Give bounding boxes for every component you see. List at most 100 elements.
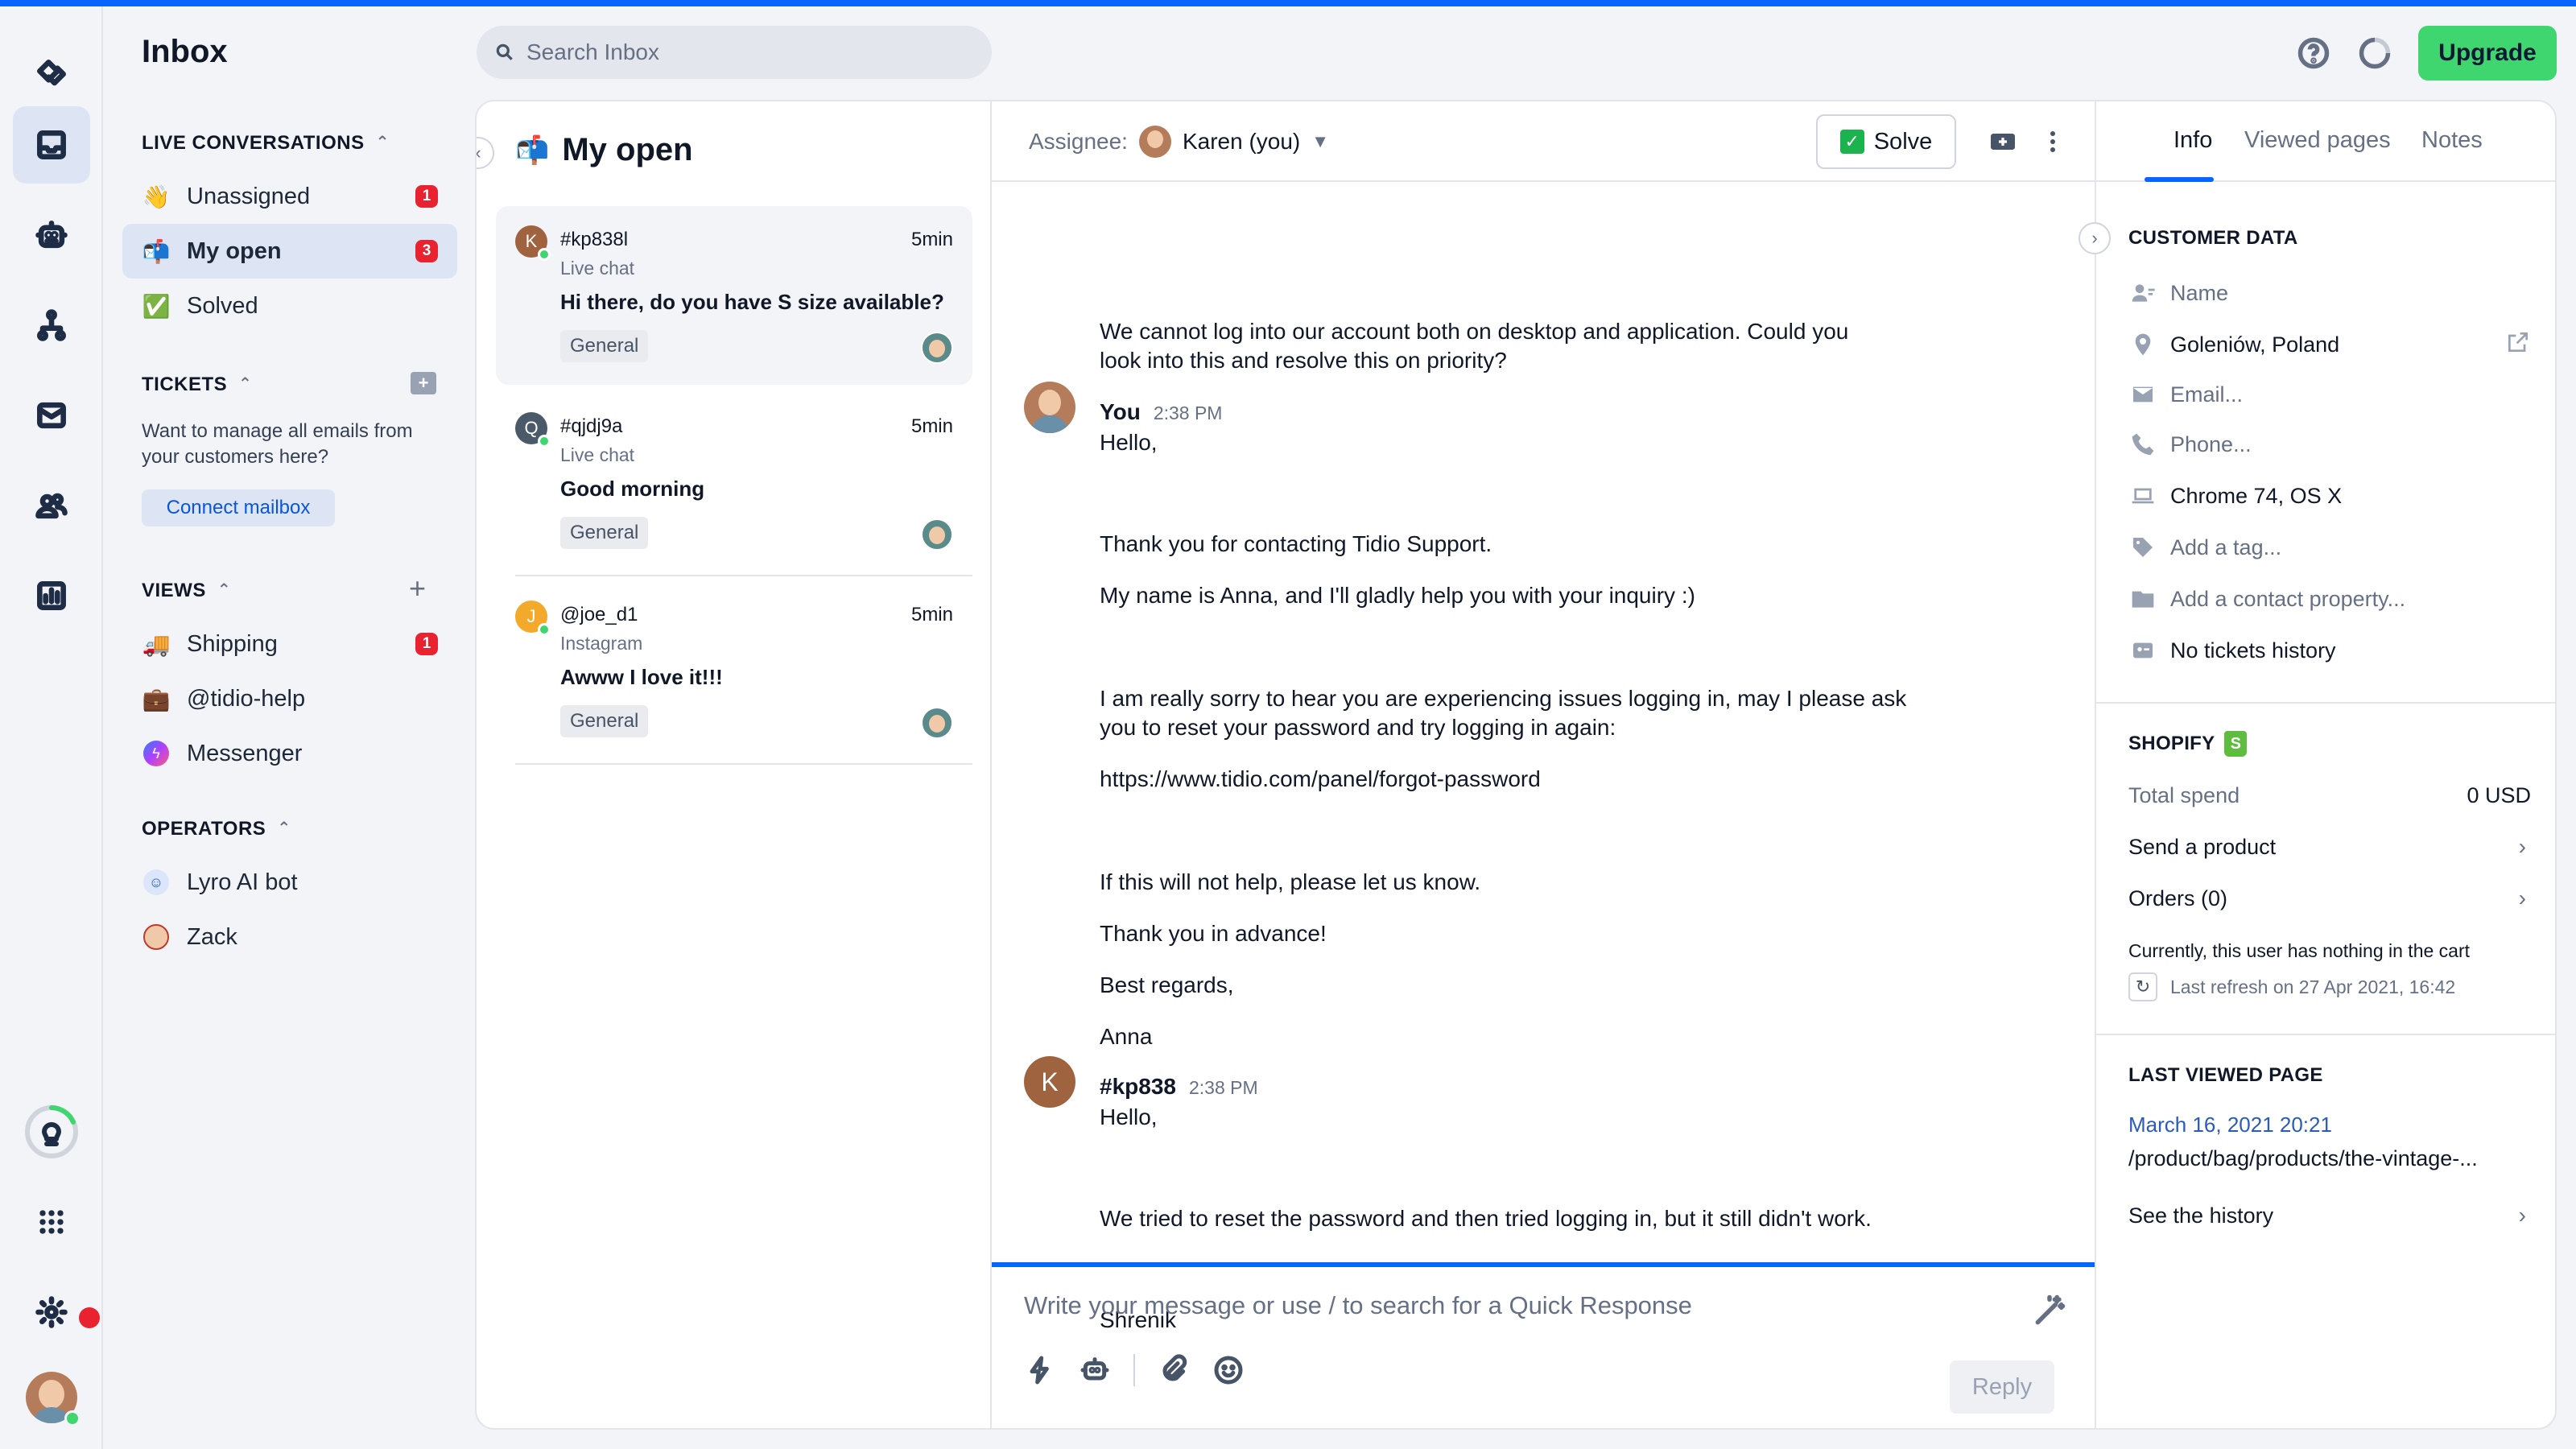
- nav-item-solved[interactable]: ✅ Solved: [122, 279, 457, 333]
- unread-badge: 1: [415, 185, 438, 208]
- browser-field: Chrome 74, OS X: [2128, 480, 2531, 512]
- briefcase-icon: 💼: [142, 686, 171, 712]
- reply-button[interactable]: Reply: [1950, 1360, 2054, 1414]
- nav-item-tidio-help[interactable]: 💼 @tidio-help: [122, 671, 457, 726]
- composer-focus-bar: [992, 1262, 2095, 1267]
- tab-viewed-pages[interactable]: Viewed pages: [2244, 127, 2391, 154]
- operators-header[interactable]: OPERATORS ⌃: [142, 818, 291, 840]
- divider: [515, 575, 972, 576]
- truck-icon: 🚚: [142, 631, 171, 657]
- customer-data-heading: CUSTOMER DATA: [2128, 227, 2298, 249]
- inbox-icon[interactable]: [13, 106, 90, 184]
- conversation-item[interactable]: J @joe_d1 5min Instagram Awww I love it!…: [496, 581, 972, 760]
- online-dot: [538, 623, 551, 636]
- top-accent-bar: [0, 0, 2576, 6]
- flows-icon[interactable]: [13, 287, 90, 364]
- message-text: Thank you in advance!: [1100, 921, 1327, 946]
- person-icon: [2128, 279, 2157, 308]
- lightbulb-icon[interactable]: [13, 1093, 90, 1170]
- collapse-info-button[interactable]: ›: [2079, 222, 2111, 254]
- email-field[interactable]: Email...: [2128, 378, 2531, 411]
- nav-item-messenger[interactable]: ϟ Messenger: [122, 726, 457, 781]
- chevron-up-icon: ⌃: [238, 374, 253, 393]
- add-contact-property-field[interactable]: Add a contact property...: [2128, 583, 2531, 615]
- nav-item-lyro-ai-bot[interactable]: ☺ Lyro AI bot: [122, 855, 457, 910]
- add-ticket-icon[interactable]: +: [411, 372, 436, 394]
- message-text: If this will not help, please let us kno…: [1100, 869, 1481, 894]
- total-spend-value: 0 USD: [2467, 782, 2531, 807]
- orders-row[interactable]: Orders (0) ›: [2128, 882, 2531, 914]
- assignee-selector[interactable]: Assignee: Karen (you) ▼: [1029, 126, 1329, 158]
- phone-field[interactable]: Phone...: [2128, 428, 2531, 460]
- assignee-avatar: [921, 707, 953, 739]
- message-text: We tried to reset the password and then …: [1100, 1206, 1872, 1231]
- message-time: 2:38 PM: [1153, 402, 1223, 423]
- chevron-up-icon: ⌃: [375, 133, 390, 151]
- emoji-icon[interactable]: [1212, 1354, 1245, 1386]
- message-link[interactable]: https://www.tidio.com/panel/forgot-passw…: [1100, 765, 1541, 794]
- tab-info[interactable]: Info: [2174, 127, 2212, 154]
- tickets-header[interactable]: TICKETS ⌃: [142, 374, 252, 396]
- attachment-icon[interactable]: [1158, 1354, 1190, 1386]
- conversation-preview: Hi there, do you have S size available?: [560, 290, 944, 314]
- search-input[interactable]: Search Inbox: [477, 26, 992, 79]
- views-header[interactable]: VIEWS ⌃: [142, 580, 231, 602]
- last-viewed-heading: LAST VIEWED PAGE: [2128, 1064, 2323, 1086]
- message-time: 2:38 PM: [1188, 1077, 1258, 1098]
- workspace-icon[interactable]: [13, 35, 90, 113]
- mail-icon[interactable]: [13, 377, 90, 454]
- refresh-icon[interactable]: ↻: [2128, 972, 2157, 1001]
- solve-button[interactable]: ✓ Solve: [1816, 114, 1956, 169]
- message-sender: You 2:38 PM: [1100, 399, 1223, 424]
- nav-item-zack[interactable]: Zack: [122, 910, 457, 964]
- connect-mailbox-button[interactable]: Connect mailbox: [142, 489, 335, 526]
- bot-icon[interactable]: [1079, 1354, 1111, 1386]
- last-viewed-path[interactable]: /product/bag/products/the-vintage-...: [2128, 1146, 2478, 1171]
- last-viewed-date: March 16, 2021 20:21: [2128, 1113, 2332, 1137]
- live-conversations-header[interactable]: LIVE CONVERSATIONS ⌃: [142, 132, 390, 155]
- settings-notification-dot: [79, 1307, 100, 1328]
- search-icon: [496, 43, 513, 60]
- external-link-icon[interactable]: [2505, 329, 2531, 361]
- nav-item-unassigned[interactable]: 👋 Unassigned 1: [122, 169, 457, 224]
- message-composer-input[interactable]: Write your message or use / to search fo…: [1024, 1291, 1692, 1320]
- agent-avatar: [1024, 382, 1075, 433]
- conversation-tag: General: [560, 330, 649, 362]
- message-text: you to reset your password and try loggi…: [1100, 715, 1616, 740]
- cart-note: Currently, this user has nothing in the …: [2128, 940, 2471, 961]
- conversation-time: 5min: [910, 604, 953, 625]
- add-view-icon[interactable]: +: [409, 572, 426, 605]
- chevron-right-icon: ›: [2518, 886, 2526, 910]
- see-history-row[interactable]: See the history ›: [2128, 1199, 2531, 1232]
- add-tag-field[interactable]: Add a tag...: [2128, 531, 2531, 564]
- conversation-channel: Live chat: [560, 258, 635, 279]
- more-options-icon[interactable]: [2037, 126, 2069, 158]
- quick-response-bolt-icon[interactable]: [1024, 1354, 1056, 1386]
- conversation-list: 📬 My open K #kp838l 5min Live chat Hi th…: [477, 101, 992, 1428]
- check-mark-icon: ✅: [142, 293, 171, 319]
- settings-icon[interactable]: [13, 1274, 90, 1351]
- analytics-icon[interactable]: [13, 557, 90, 634]
- name-field[interactable]: Name: [2128, 277, 2531, 309]
- nav-item-my-open[interactable]: 📬 My open 3: [122, 224, 457, 279]
- conversation-item[interactable]: K #kp838l 5min Live chat Hi there, do yo…: [496, 206, 972, 385]
- divider: [2096, 702, 2555, 704]
- create-ticket-icon[interactable]: [1987, 126, 2019, 158]
- unread-badge: 3: [415, 240, 438, 262]
- status-ring-icon[interactable]: [2357, 35, 2392, 71]
- ai-assist-wand-icon[interactable]: [2032, 1293, 2067, 1328]
- apps-grid-icon[interactable]: [13, 1183, 90, 1261]
- contacts-icon[interactable]: [13, 467, 90, 544]
- tab-notes[interactable]: Notes: [2421, 127, 2483, 154]
- bot-icon[interactable]: [13, 196, 90, 274]
- send-product-row[interactable]: Send a product ›: [2128, 831, 2531, 863]
- laptop-icon: [2128, 481, 2157, 510]
- upgrade-button[interactable]: Upgrade: [2418, 26, 2557, 80]
- conversation-item[interactable]: Q #qjdj9a 5min Live chat Good morning Ge…: [496, 393, 972, 572]
- operator-avatar-icon: [142, 923, 171, 952]
- composer-toolbar: [1024, 1354, 1245, 1386]
- help-icon[interactable]: [2296, 35, 2331, 71]
- chevron-right-icon: ›: [2518, 834, 2526, 859]
- bot-avatar-icon: ☺: [142, 868, 171, 897]
- nav-item-shipping[interactable]: 🚚 Shipping 1: [122, 617, 457, 671]
